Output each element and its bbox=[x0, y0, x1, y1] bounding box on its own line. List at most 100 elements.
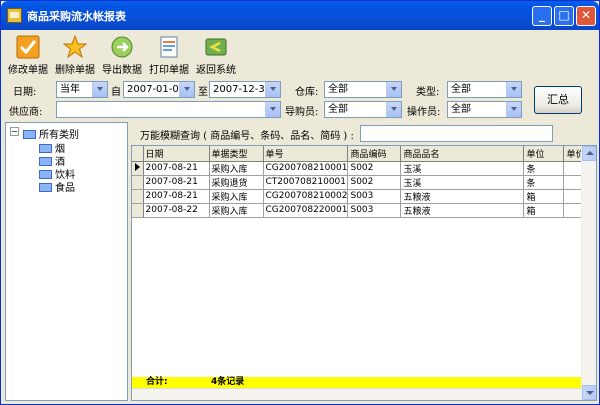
row-indicator bbox=[132, 189, 144, 204]
delete-document-button[interactable]: 删除单据 bbox=[52, 35, 98, 76]
cell-product-code[interactable]: S003 bbox=[347, 203, 402, 218]
chevron-down-icon bbox=[179, 82, 194, 97]
cell-date[interactable]: 2007-08-21 bbox=[143, 189, 210, 204]
tree-node-root[interactable]: 所有类别 bbox=[23, 126, 79, 141]
chevron-down-icon bbox=[92, 82, 107, 97]
row-indicator-header bbox=[132, 146, 144, 162]
row-indicator bbox=[132, 203, 144, 218]
cell-date[interactable]: 2007-08-21 bbox=[143, 161, 210, 176]
table-row[interactable]: 2007-08-21 采购入库 CG200708210002 S003 五粮液 … bbox=[132, 189, 591, 204]
export-icon bbox=[111, 36, 133, 58]
summary-button[interactable]: 汇总 bbox=[534, 86, 582, 114]
cell-doc-no[interactable]: CG200708210002 bbox=[263, 189, 349, 204]
tree-node-label: 食品 bbox=[55, 183, 75, 194]
column-header-product-code[interactable]: 商品编码 bbox=[347, 146, 402, 162]
window-title: 商品采购流水帐报表 bbox=[27, 10, 126, 23]
type-label: 类型: bbox=[416, 87, 440, 98]
date-label: 日期: bbox=[13, 87, 37, 98]
supplier-select[interactable] bbox=[56, 101, 281, 118]
title-bar[interactable]: 商品采购流水帐报表 _ □ ✕ bbox=[1, 1, 599, 30]
close-button[interactable]: ✕ bbox=[576, 6, 596, 26]
date-range-value: 当年 bbox=[60, 84, 80, 95]
cell-doc-no[interactable]: CG200708210001 bbox=[263, 161, 349, 176]
scroll-up-icon[interactable] bbox=[582, 146, 596, 161]
row-indicator bbox=[132, 175, 144, 190]
folder-icon bbox=[39, 183, 52, 192]
cell-product-name[interactable]: 玉溪 bbox=[400, 161, 525, 176]
tree-node-food[interactable]: 食品 bbox=[39, 179, 75, 194]
print-document-label: 打印单据 bbox=[149, 65, 189, 76]
cell-unit[interactable]: 条 bbox=[523, 175, 565, 190]
edit-document-button[interactable]: 修改单据 bbox=[5, 35, 51, 76]
vertical-scrollbar[interactable] bbox=[581, 146, 596, 400]
cell-doc-type[interactable]: 采购入库 bbox=[209, 189, 264, 204]
warehouse-select[interactable]: 全部 bbox=[324, 81, 402, 98]
cell-doc-no[interactable]: CT200708210001 bbox=[263, 175, 349, 190]
toolbar: 修改单据 删除单据 导出数据 打印单据 返回系统 bbox=[3, 31, 597, 77]
buyer-value: 全部 bbox=[328, 104, 348, 115]
supplier-label: 供应商: bbox=[9, 107, 43, 118]
column-header-unit[interactable]: 单位 bbox=[523, 146, 565, 162]
table-row[interactable]: 2007-08-21 采购入库 CG200708210001 S002 玉溪 条 bbox=[132, 161, 591, 176]
cell-date[interactable]: 2007-08-22 bbox=[143, 203, 210, 218]
footer-record-count: 4条记录 bbox=[211, 377, 245, 387]
column-header-date[interactable]: 日期 bbox=[143, 146, 210, 162]
cell-product-code[interactable]: S002 bbox=[347, 161, 402, 176]
collapse-icon[interactable]: − bbox=[10, 127, 19, 136]
chevron-down-icon bbox=[506, 82, 521, 97]
chevron-down-icon bbox=[265, 102, 280, 117]
cell-product-name[interactable]: 五粮液 bbox=[400, 203, 525, 218]
chevron-down-icon bbox=[265, 82, 280, 97]
folder-icon bbox=[39, 144, 52, 153]
scroll-down-icon[interactable] bbox=[582, 385, 596, 400]
cell-product-code[interactable]: S002 bbox=[347, 175, 402, 190]
column-header-doc-type[interactable]: 单据类型 bbox=[209, 146, 264, 162]
cell-unit[interactable]: 箱 bbox=[523, 189, 565, 204]
app-icon bbox=[7, 8, 22, 23]
exit-system-label: 返回系统 bbox=[196, 65, 236, 76]
exit-system-button[interactable]: 返回系统 bbox=[193, 35, 239, 76]
footer-total-label: 合计: bbox=[146, 377, 168, 387]
horizontal-scrollbar[interactable] bbox=[132, 388, 581, 400]
maximize-button[interactable]: □ bbox=[554, 6, 574, 26]
minimize-button[interactable]: _ bbox=[532, 6, 552, 26]
fuzzy-search-input[interactable] bbox=[360, 125, 553, 142]
edit-document-label: 修改单据 bbox=[8, 65, 48, 76]
return-icon bbox=[205, 38, 227, 56]
chevron-down-icon bbox=[506, 102, 521, 117]
warehouse-label: 仓库: bbox=[295, 87, 319, 98]
from-date-picker[interactable]: 2007-01-01 bbox=[123, 81, 195, 98]
cell-doc-type[interactable]: 采购入库 bbox=[209, 203, 264, 218]
grid-footer-row: 合计: 4条记录 bbox=[132, 377, 581, 388]
cell-doc-type[interactable]: 采购退货 bbox=[209, 175, 264, 190]
cell-unit[interactable]: 箱 bbox=[523, 203, 565, 218]
cell-doc-type[interactable]: 采购入库 bbox=[209, 161, 264, 176]
cell-product-code[interactable]: S003 bbox=[347, 189, 402, 204]
buyer-select[interactable]: 全部 bbox=[324, 101, 402, 118]
to-date-picker[interactable]: 2007-12-31 bbox=[209, 81, 281, 98]
ledger-grid[interactable]: 日期 单据类型 单号 商品编码 商品品名 单位 单价 2007-08-21 采购… bbox=[131, 145, 597, 401]
category-tree[interactable]: − 所有类别 烟 酒 饮料 食品 bbox=[5, 122, 128, 401]
print-document-button[interactable]: 打印单据 bbox=[146, 35, 192, 76]
star-icon bbox=[63, 35, 87, 59]
table-row[interactable]: 2007-08-22 采购入库 CG200708220001 S003 五粮液 … bbox=[132, 203, 591, 218]
chevron-down-icon bbox=[386, 82, 401, 97]
column-header-doc-no[interactable]: 单号 bbox=[263, 146, 349, 162]
cell-product-name[interactable]: 五粮液 bbox=[400, 189, 525, 204]
column-header-product-name[interactable]: 商品品名 bbox=[400, 146, 525, 162]
to-label: 至 bbox=[198, 87, 208, 98]
type-select[interactable]: 全部 bbox=[447, 81, 522, 98]
cell-date[interactable]: 2007-08-21 bbox=[143, 175, 210, 190]
date-range-select[interactable]: 当年 bbox=[56, 81, 108, 98]
main-window: 商品采购流水帐报表 _ □ ✕ 修改单据 删除单据 导出数据 打印单据 返回系统… bbox=[0, 0, 600, 405]
export-data-button[interactable]: 导出数据 bbox=[99, 35, 145, 76]
from-date-value: 2007-01-01 bbox=[127, 84, 186, 95]
folder-icon bbox=[39, 170, 52, 179]
checkmark-icon bbox=[16, 35, 40, 59]
cell-product-name[interactable]: 玉溪 bbox=[400, 175, 525, 190]
table-row[interactable]: 2007-08-21 采购退货 CT200708210001 S002 玉溪 条 bbox=[132, 175, 591, 190]
cell-doc-no[interactable]: CG200708220001 bbox=[263, 203, 349, 218]
cell-unit[interactable]: 条 bbox=[523, 161, 565, 176]
ledger-table: 日期 单据类型 单号 商品编码 商品品名 单位 单价 2007-08-21 采购… bbox=[132, 146, 591, 218]
operator-select[interactable]: 全部 bbox=[447, 101, 522, 118]
